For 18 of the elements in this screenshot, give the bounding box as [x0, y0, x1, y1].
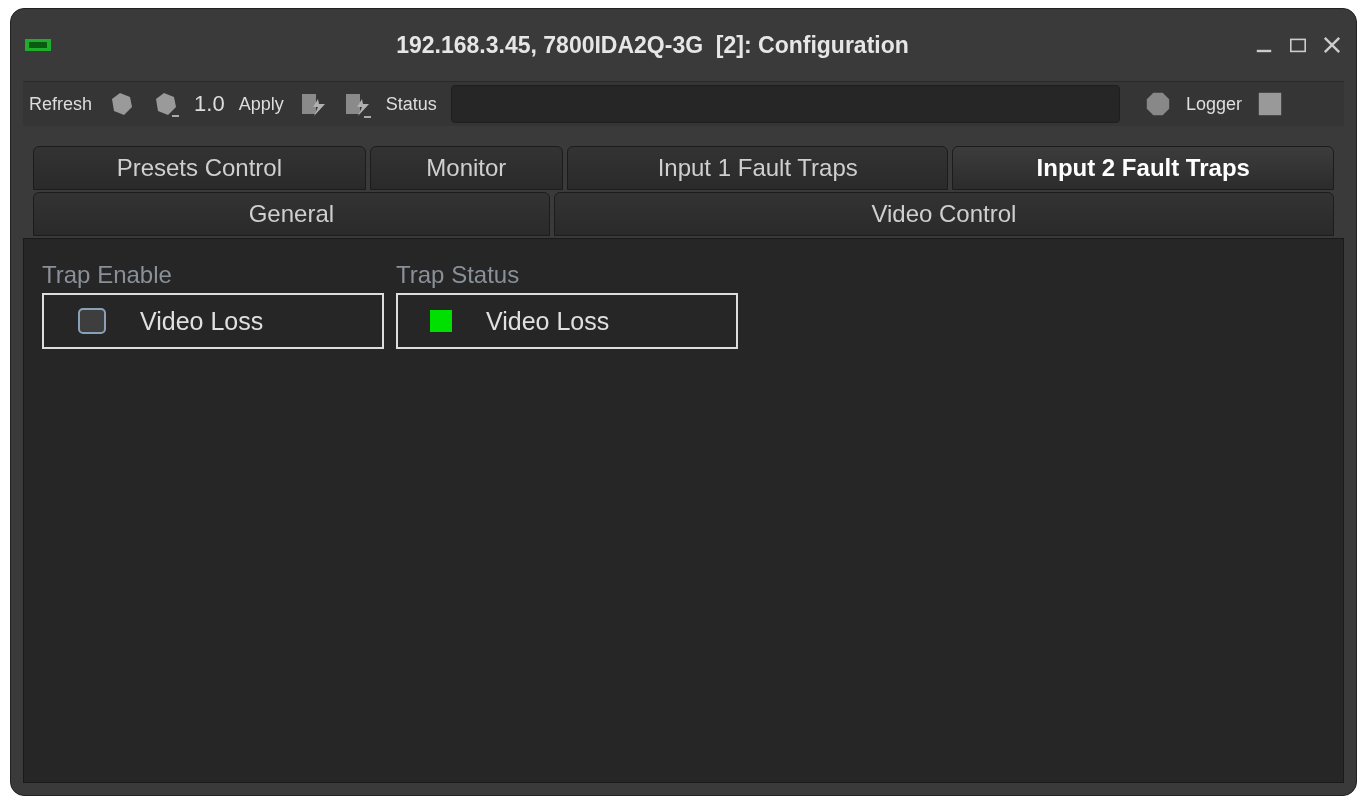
tab[interactable]: Video Control: [553, 192, 1334, 236]
apply-label: Apply: [238, 93, 284, 115]
refresh-label: Refresh: [29, 93, 93, 115]
trap-label: Video Loss: [486, 306, 610, 336]
logger-icon[interactable]: [1256, 90, 1284, 118]
tab[interactable]: Input 1 Fault Traps: [566, 146, 949, 190]
group-title: Trap Status: [396, 261, 521, 289]
group-title: Trap Enable: [42, 261, 173, 289]
status-label: Status: [385, 93, 437, 115]
tab[interactable]: Presets Control: [33, 146, 366, 190]
logger-label: Logger: [1185, 93, 1242, 115]
window-title: 192.168.3.45, 7800IDA2Q-3G [2]: Configuration: [395, 31, 910, 59]
checkbox[interactable]: [78, 308, 106, 334]
tab[interactable]: Input 2 Fault Traps: [952, 146, 1334, 190]
tab[interactable]: Monitor: [369, 146, 563, 190]
version-label: 1.0: [194, 91, 225, 117]
tab[interactable]: General: [33, 192, 550, 236]
trap-label: Video Loss: [140, 306, 264, 336]
